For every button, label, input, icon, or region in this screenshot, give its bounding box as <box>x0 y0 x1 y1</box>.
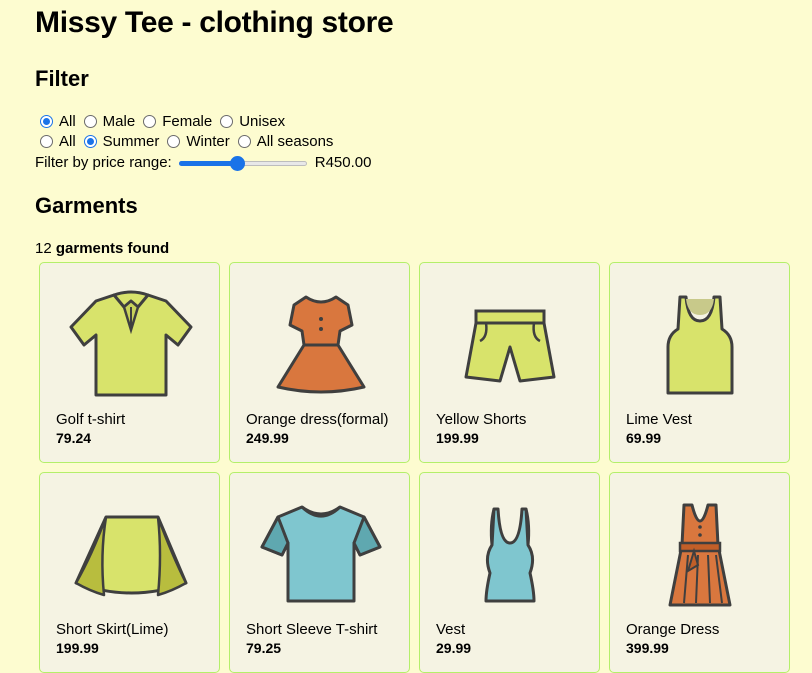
garment-name: Yellow Shorts <box>436 411 527 428</box>
vest-icon <box>666 295 734 395</box>
season-radio-all[interactable]: All <box>35 133 76 150</box>
garment-card[interactable]: Orange dress(formal) 249.99 <box>229 262 410 463</box>
garment-grid: Golf t-shirt 79.24 Orange dress(formal) … <box>39 262 790 673</box>
garment-price: 79.25 <box>246 640 282 656</box>
garments-heading: Garments <box>35 193 138 218</box>
radio-button[interactable] <box>143 115 157 128</box>
garment-card[interactable]: Short Skirt(Lime) 199.99 <box>39 472 220 673</box>
garment-name: Short Skirt(Lime) <box>56 621 169 638</box>
garment-name: Lime Vest <box>626 411 692 428</box>
gender-radio-female[interactable]: Female <box>139 113 212 130</box>
gender-radio-unisex[interactable]: Unisex <box>216 113 285 130</box>
garment-name: Orange Dress <box>626 621 720 638</box>
price-range-label: Filter by price range: <box>35 154 172 171</box>
garment-card[interactable]: Short Sleeve T-shirt 79.25 <box>229 472 410 673</box>
garment-card[interactable]: Yellow Shorts 199.99 <box>419 262 600 463</box>
garment-price: 199.99 <box>436 430 479 446</box>
price-range-slider[interactable] <box>178 155 307 171</box>
garment-price: 249.99 <box>246 430 289 446</box>
orange-dress-icon <box>276 295 366 394</box>
garment-price: 69.99 <box>626 430 662 446</box>
radio-button[interactable] <box>167 135 181 148</box>
radio-button[interactable] <box>220 115 234 128</box>
radio-button[interactable] <box>83 115 97 128</box>
tank-top-icon <box>484 507 536 603</box>
garment-price: 399.99 <box>626 640 669 656</box>
garment-card[interactable]: Lime Vest 69.99 <box>609 262 790 463</box>
garment-card[interactable]: Golf t-shirt 79.24 <box>39 262 220 463</box>
garment-price: 199.99 <box>56 640 99 656</box>
slider-fill <box>178 160 238 166</box>
sleeveless-dress-icon <box>668 503 732 607</box>
price-range-value: R450.00 <box>314 154 372 171</box>
garment-name: Golf t-shirt <box>56 411 126 428</box>
price-filter: Filter by price range: R450.00 <box>35 154 371 171</box>
gender-radio-male[interactable]: Male <box>80 113 135 130</box>
gender-filter: All Male Female Unisex <box>35 113 289 130</box>
season-radio-winter[interactable]: Winter <box>163 133 230 150</box>
slider-thumb[interactable] <box>229 155 245 171</box>
garment-name: Orange dress(formal) <box>246 411 389 428</box>
garment-name: Short Sleeve T-shirt <box>246 621 378 638</box>
radio-button[interactable] <box>83 135 97 148</box>
season-filter: All Summer Winter All seasons <box>35 133 337 150</box>
garment-card[interactable]: Orange Dress 399.99 <box>609 472 790 673</box>
garments-found-count: 12 garments found <box>35 240 170 257</box>
garment-name: Vest <box>436 621 466 638</box>
garment-price: 79.24 <box>56 430 92 446</box>
garment-price: 29.99 <box>436 640 472 656</box>
season-radio-summer[interactable]: Summer <box>80 133 159 150</box>
garment-card[interactable]: Vest 29.99 <box>419 472 600 673</box>
radio-button[interactable] <box>237 135 251 148</box>
radio-button[interactable] <box>40 115 53 128</box>
golf-shirt-icon <box>69 290 193 397</box>
skirt-icon <box>74 515 188 597</box>
shorts-icon <box>464 309 556 383</box>
radio-button[interactable] <box>40 135 53 148</box>
filter-heading: Filter <box>35 66 89 91</box>
season-radio-all-seasons[interactable]: All seasons <box>234 133 333 150</box>
gender-radio-all[interactable]: All <box>35 113 76 130</box>
tshirt-icon <box>260 505 382 603</box>
page-title: Missy Tee - clothing store <box>35 6 394 39</box>
